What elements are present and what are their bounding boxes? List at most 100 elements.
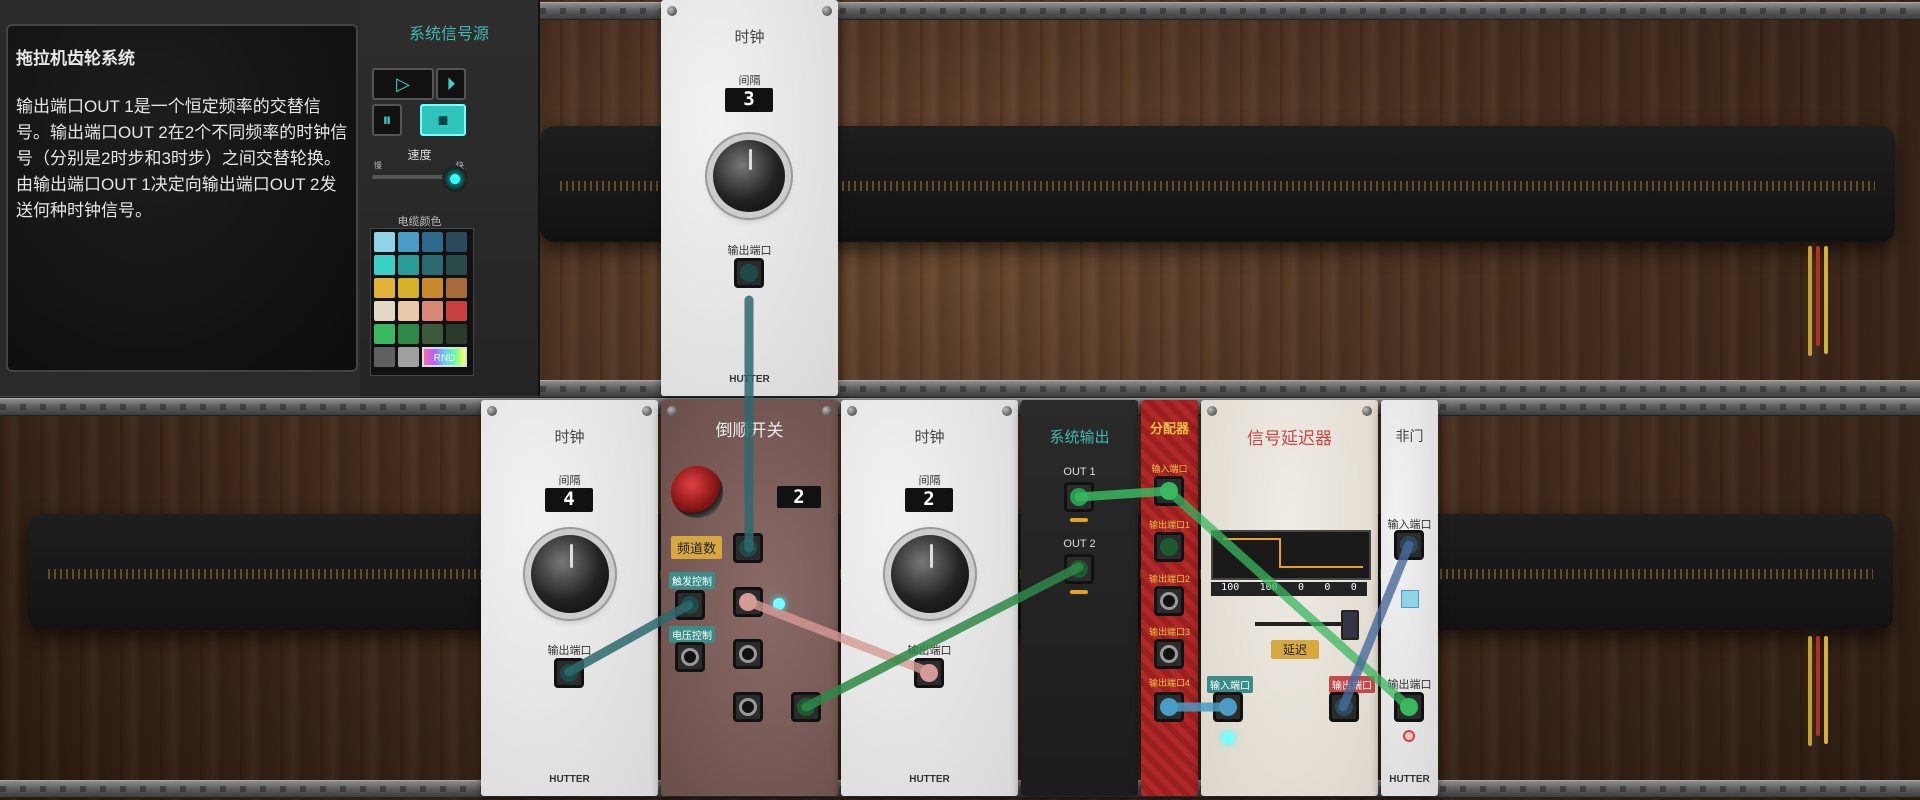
- switch-input-2-jack[interactable]: [733, 587, 763, 617]
- delay-input-led: [1222, 732, 1234, 744]
- delay-slider-handle[interactable]: [1341, 610, 1359, 640]
- pause-button[interactable]: ⏸: [372, 104, 402, 136]
- not-gate-input-jack[interactable]: [1394, 530, 1424, 560]
- cable-color-swatch[interactable]: [398, 301, 419, 321]
- speed-min-label: 慢: [374, 161, 382, 170]
- delay-input-jack[interactable]: [1213, 692, 1243, 722]
- system-output-title: 系统输出: [1049, 429, 1110, 446]
- switch-active-led: [773, 598, 785, 610]
- delay-in-label: 输入端口: [1207, 676, 1253, 693]
- splitter-title: 分配器: [1149, 421, 1189, 436]
- clock-top-out-label: 输出端口: [727, 245, 772, 257]
- delay-module: 信号延迟器 100 100 0 0 0 延迟 输入端口 输出端口: [1201, 400, 1378, 796]
- clock-a-brand: HUTTER: [549, 774, 590, 785]
- stop-icon: ■: [437, 110, 449, 130]
- pause-icon: ⏸: [382, 110, 392, 130]
- cable-color-swatch[interactable]: [422, 232, 443, 252]
- cable-color-swatch[interactable]: [422, 255, 443, 275]
- splitter-module: 分配器 输入端口 输出端口1 输出端口2 输出端口3 输出端口4: [1141, 400, 1198, 796]
- cable-color-swatch[interactable]: [422, 324, 443, 344]
- cable-color-swatch[interactable]: [398, 324, 419, 344]
- clock-top-output-jack[interactable]: [734, 258, 764, 288]
- out1-label: OUT 1: [1063, 466, 1096, 478]
- play-icon: ▷: [396, 74, 410, 94]
- delay-out-label: 输出端口: [1329, 676, 1375, 693]
- cable-color-swatch[interactable]: [422, 278, 443, 298]
- speed-slider-handle[interactable]: [442, 166, 468, 192]
- cable-color-swatch[interactable]: [374, 347, 395, 367]
- splitter-input-jack[interactable]: [1154, 476, 1184, 506]
- cable-color-swatch[interactable]: [374, 255, 395, 275]
- cable-color-swatch[interactable]: [398, 347, 419, 367]
- system-out1-jack[interactable]: [1064, 482, 1094, 512]
- delay-output-jack[interactable]: [1329, 692, 1359, 722]
- delay-readout-value: 100: [1221, 582, 1240, 593]
- out2-indicator: [1070, 590, 1088, 594]
- clock-top-interval-knob[interactable]: [713, 140, 785, 212]
- clock-a-title: 时钟: [554, 429, 585, 446]
- clock-b-output-jack[interactable]: [914, 658, 944, 688]
- switch-cv-label: 电压控制: [669, 626, 715, 643]
- not-gate-title: 非门: [1395, 428, 1424, 444]
- clock-module-top: 时钟 间隔 3 输出端口 HUTTER: [661, 0, 838, 396]
- clock-module-a: 时钟 间隔 4 输出端口 HUTTER: [481, 400, 658, 796]
- splitter-output-4-jack[interactable]: [1154, 692, 1184, 722]
- cable-color-swatch[interactable]: [374, 324, 395, 344]
- cable-color-swatch[interactable]: [446, 255, 467, 275]
- out2-label: OUT 2: [1063, 538, 1096, 550]
- puzzle-title: 拖拉机齿轮系统: [16, 49, 135, 68]
- clock-b-out-label: 输出端口: [907, 645, 952, 657]
- step-button[interactable]: ⏵: [436, 68, 466, 100]
- splitter-output-3-jack[interactable]: [1154, 639, 1184, 669]
- switch-red-button[interactable]: [671, 466, 723, 518]
- cable-color-swatch[interactable]: [446, 278, 467, 298]
- clock-a-interval-label: 间隔: [558, 475, 581, 487]
- bus-cable-bottom: [1800, 636, 1840, 746]
- delay-slider-track[interactable]: [1255, 622, 1355, 626]
- play-button[interactable]: ▷: [372, 68, 434, 100]
- switch-input-3-jack[interactable]: [733, 639, 763, 669]
- clock-a-output-jack[interactable]: [554, 658, 584, 688]
- not-gate-output-jack[interactable]: [1394, 692, 1424, 722]
- puzzle-description: 输出端口OUT 1是一个恒定频率的交替信号。输出端口OUT 2在2个不同频率的时…: [16, 97, 348, 220]
- random-color-button[interactable]: RND: [422, 347, 467, 367]
- clock-b-interval-knob[interactable]: [891, 535, 969, 613]
- clock-module-b: 时钟 间隔 2 输出端口 HUTTER: [841, 400, 1018, 796]
- switch-module: 倒顺开关 2 频道数 触发控制 电压控制: [661, 400, 838, 796]
- splitter-out2-label: 输出端口2: [1148, 574, 1190, 584]
- switch-cv-jack[interactable]: [675, 642, 705, 672]
- delay-waveform-display: [1211, 530, 1371, 580]
- stop-button[interactable]: ■: [420, 104, 466, 136]
- system-output-module: 系统输出 OUT 1 OUT 2: [1021, 400, 1138, 796]
- cable-color-swatch[interactable]: [374, 232, 395, 252]
- switch-output-jack[interactable]: [791, 692, 821, 722]
- cable-color-swatch[interactable]: [398, 232, 419, 252]
- info-screen: 拖拉机齿轮系统 输出端口OUT 1是一个恒定频率的交替信号。输出端口OUT 2在…: [6, 24, 358, 372]
- cable-color-swatch[interactable]: [446, 324, 467, 344]
- cable-color-swatch[interactable]: [398, 278, 419, 298]
- switch-input-1-jack[interactable]: [733, 533, 763, 563]
- splitter-output-1-jack[interactable]: [1154, 532, 1184, 562]
- cable-color-swatch[interactable]: [374, 301, 395, 321]
- switch-input-4-jack[interactable]: [733, 692, 763, 722]
- cable-color-swatch[interactable]: [446, 301, 467, 321]
- switch-title: 倒顺开关: [715, 421, 784, 440]
- system-out2-jack[interactable]: [1064, 554, 1094, 584]
- not-gate-module: 非门 输入端口 输出端口 HUTTER: [1381, 400, 1438, 796]
- system-source-title: 系统信号源: [408, 26, 489, 43]
- clock-top-title: 时钟: [734, 29, 765, 46]
- delay-readout: 100 100 0 0 0: [1211, 582, 1367, 596]
- cable-color-swatch[interactable]: [398, 255, 419, 275]
- cable-color-swatch[interactable]: [374, 278, 395, 298]
- speed-label: 速度: [407, 148, 432, 162]
- delay-readout-value: 0: [1297, 582, 1305, 593]
- switch-trigger-jack[interactable]: [675, 590, 705, 620]
- splitter-output-2-jack[interactable]: [1154, 586, 1184, 616]
- clock-a-interval-knob[interactable]: [531, 535, 609, 613]
- not-gate-out-label: 输出端口: [1387, 679, 1432, 691]
- clock-top-brand: HUTTER: [729, 374, 770, 385]
- cable-color-swatch[interactable]: [446, 232, 467, 252]
- not-gate-led: [1403, 730, 1415, 742]
- cable-color-swatch[interactable]: [422, 301, 443, 321]
- cable-color-palette: RND: [370, 228, 474, 376]
